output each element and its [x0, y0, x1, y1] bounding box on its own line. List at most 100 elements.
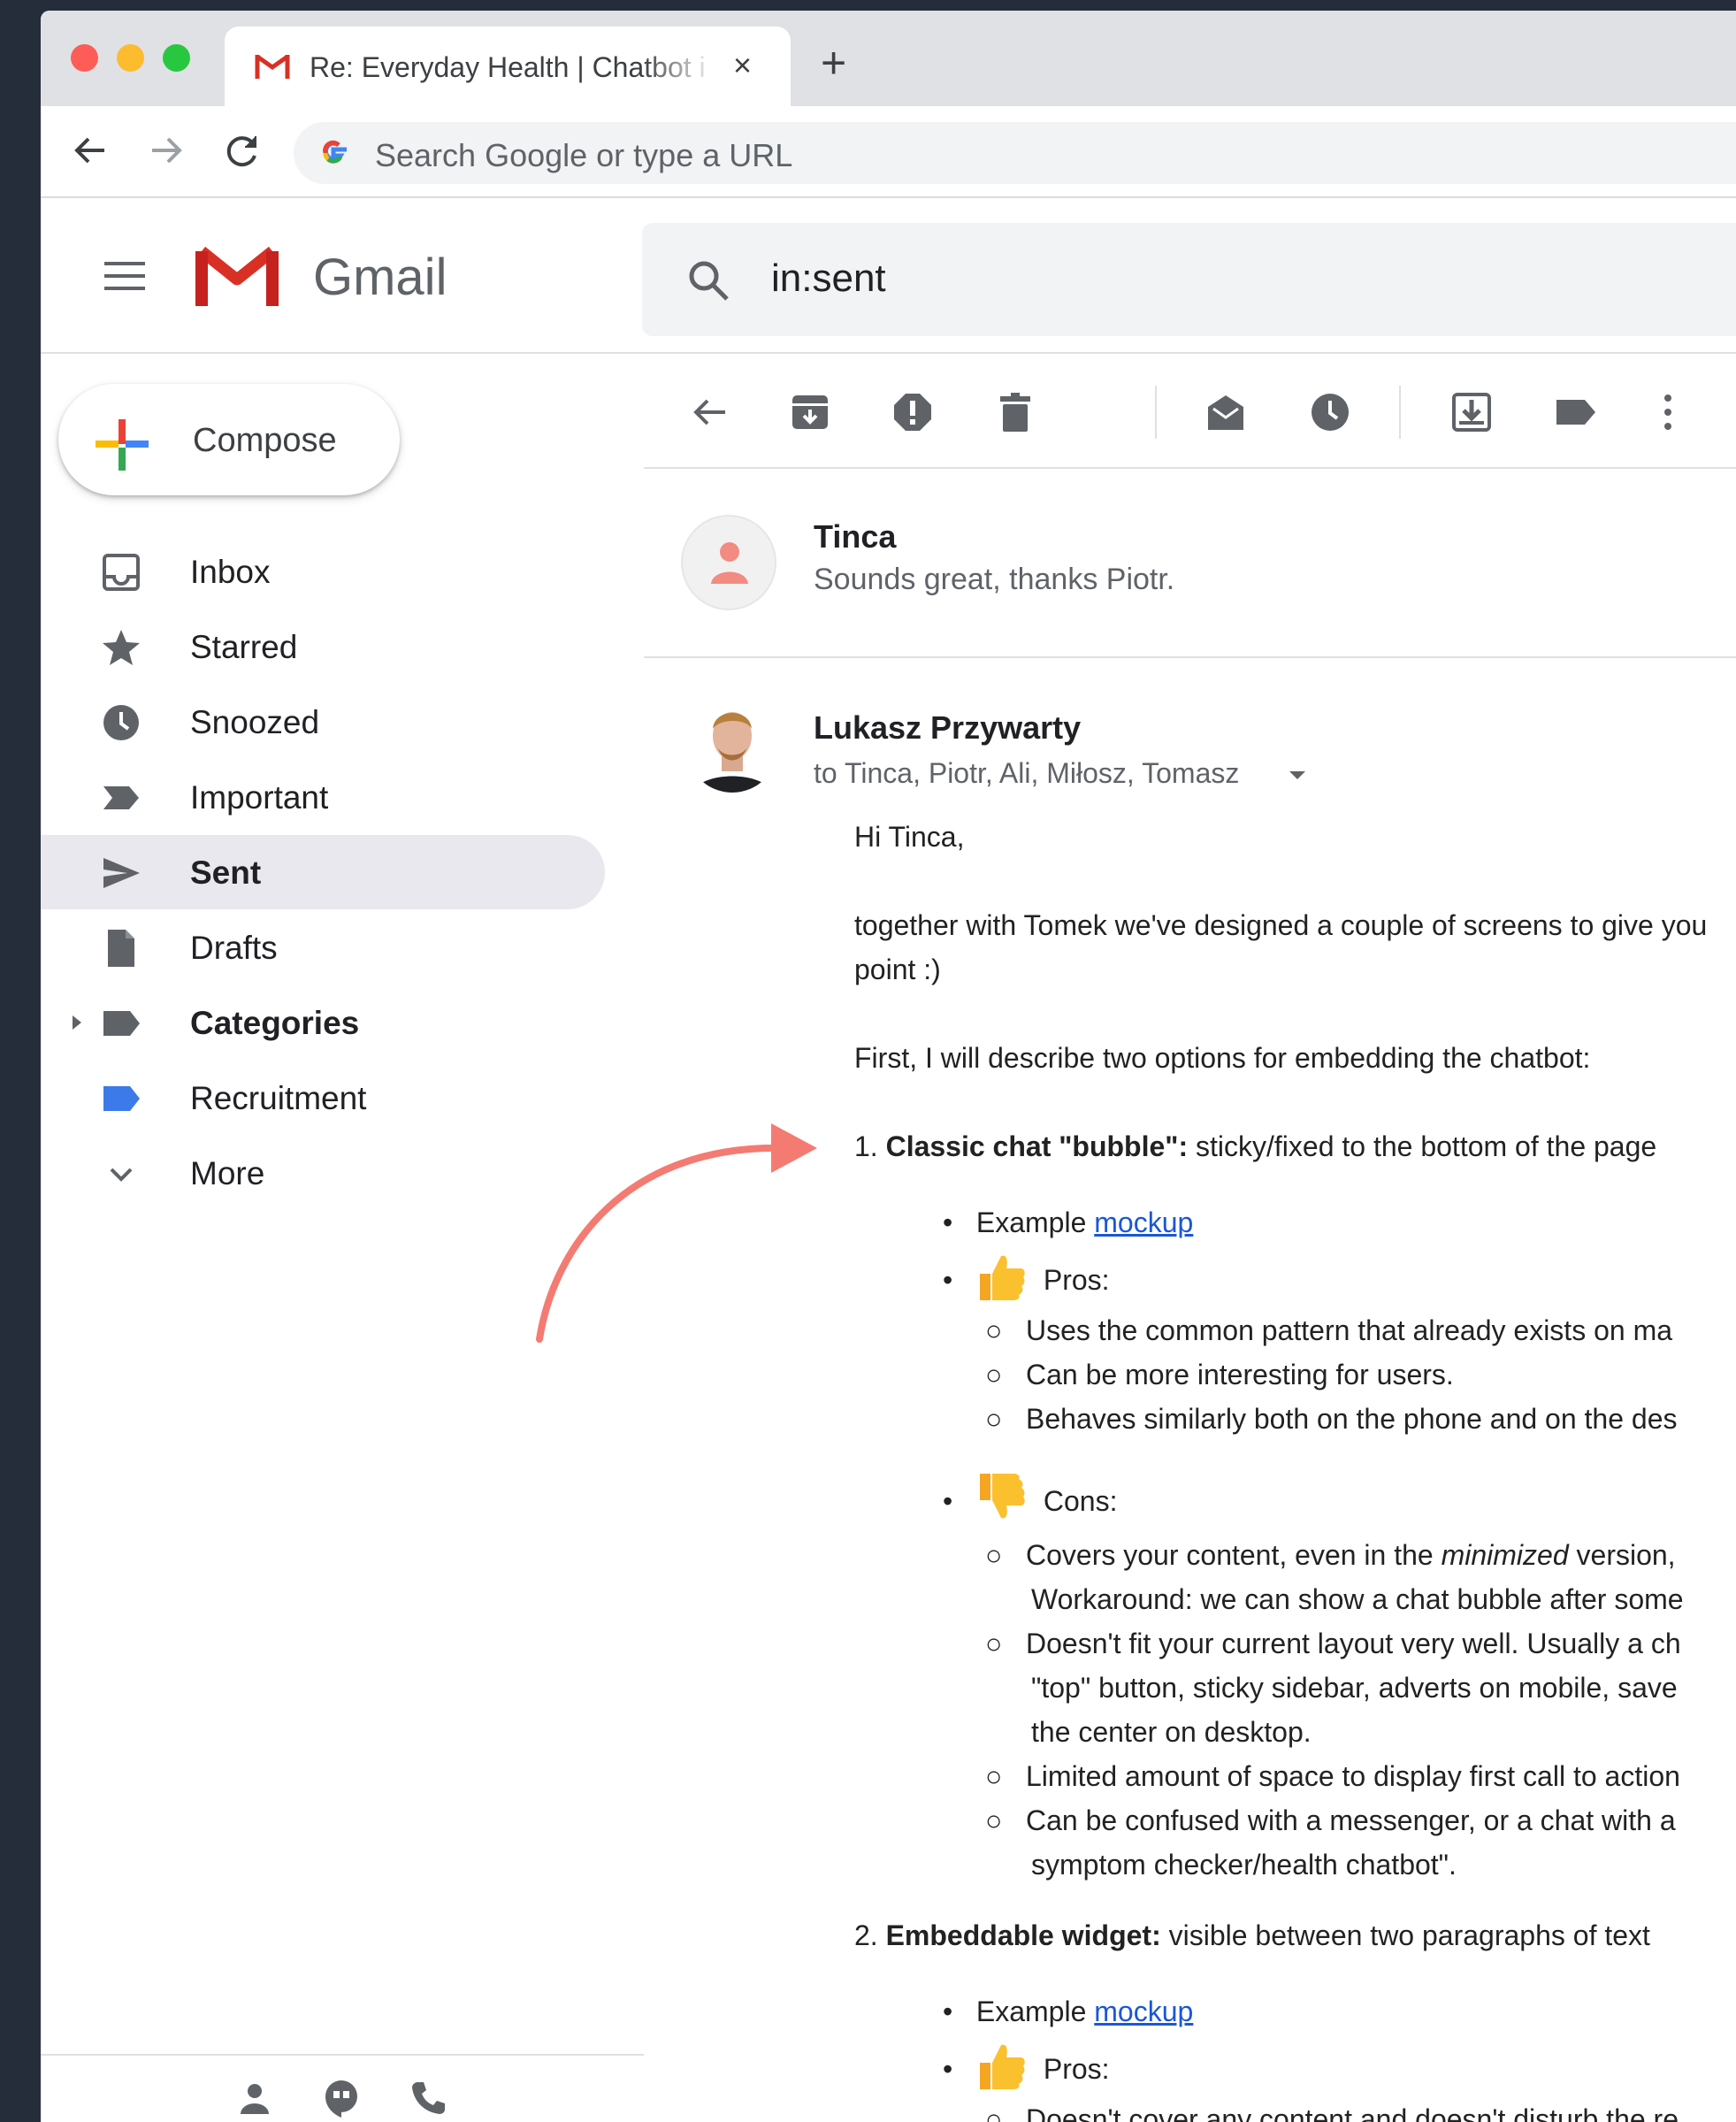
search-input[interactable]: in:sent — [771, 257, 886, 301]
sidebar-item-label: Important — [190, 779, 329, 816]
pro-item: Doesn't cover any content and doesn't di… — [1026, 2103, 1679, 2122]
mark-unread-icon[interactable] — [1204, 391, 1247, 433]
address-bar[interactable]: Search Google or type a URL — [294, 122, 1736, 184]
tab-close-icon[interactable]: × — [733, 48, 752, 83]
sidebar-item-label: Starred — [190, 629, 298, 665]
main-menu-icon[interactable] — [103, 258, 147, 294]
browser-toolbar: Search Google or type a URL — [41, 106, 1736, 198]
thumbs-up-icon — [979, 2044, 1025, 2089]
list-item: ○ Can be confused with a messenger, or a… — [985, 1804, 1676, 1836]
pros-label: Pros: — [1043, 1264, 1110, 1296]
mockup-link[interactable]: mockup — [1094, 1996, 1193, 2027]
pros-label: Pros: — [1043, 2053, 1110, 2085]
sender-name: Tinca — [814, 518, 897, 555]
labels-icon[interactable] — [1555, 391, 1597, 433]
chevron-down-icon — [110, 1168, 133, 1182]
back-arrow-icon[interactable] — [69, 129, 111, 172]
compose-plus-icon — [96, 419, 149, 471]
sidebar-item-drafts[interactable]: Drafts — [41, 910, 605, 984]
sidebar-item-sent[interactable]: Sent — [41, 835, 605, 909]
compose-button[interactable]: Compose — [58, 384, 400, 495]
sidebar-item-starred[interactable]: Starred — [41, 609, 605, 684]
snooze-icon[interactable] — [1309, 391, 1351, 433]
list-item: ○ Uses the common pattern that already e… — [985, 1314, 1673, 1346]
window-minimize-button[interactable] — [117, 44, 144, 72]
thread-action-bar — [644, 354, 1736, 469]
con-text: Can be confused with a messenger, or a c… — [1026, 1804, 1676, 1836]
gmail-wordmark: Gmail — [313, 249, 447, 306]
sidebar-divider — [41, 2054, 644, 2056]
archive-icon[interactable] — [789, 391, 831, 433]
avatar — [681, 515, 776, 610]
list-item-continuation: "top" button, sticky sidebar, adverts on… — [1031, 1672, 1678, 1704]
report-spam-icon[interactable] — [891, 391, 934, 433]
mockup-link[interactable]: mockup — [1094, 1207, 1193, 1238]
list-item-continuation: symptom checker/health chatbot". — [1031, 1849, 1457, 1881]
gmail-header: Gmail in:sent — [41, 198, 1736, 354]
recipients-line[interactable]: to Tinca, Piotr, Ali, Miłosz, Tomasz — [814, 757, 1239, 790]
sidebar-item-categories[interactable]: Categories — [41, 985, 605, 1060]
option-description: sticky/fixed to the bottom of the page — [1188, 1130, 1657, 1162]
list-item: • Cons: — [943, 1472, 1117, 1523]
show-details-icon[interactable] — [1289, 771, 1305, 779]
label-icon — [103, 1086, 140, 1111]
body-paragraph: together with Tomek we've designed a cou… — [854, 909, 1708, 941]
contacts-icon[interactable] — [235, 2079, 274, 2118]
list-item: • Example mockup — [943, 1996, 1194, 2027]
inbox-icon — [103, 554, 140, 591]
example-label: Example — [975, 1996, 1095, 2027]
con-text: version, — [1568, 1539, 1676, 1571]
new-tab-button[interactable]: + — [821, 41, 846, 85]
list-item: • Example mockup — [943, 1207, 1194, 1238]
star-icon — [103, 630, 140, 665]
gmail-favicon-icon — [255, 54, 290, 79]
hangouts-icon[interactable] — [322, 2079, 361, 2118]
address-placeholder: Search Google or type a URL — [375, 137, 793, 173]
pro-item: Behaves similarly both on the phone and … — [1026, 1403, 1678, 1435]
list-item: ○ Doesn't cover any content and doesn't … — [985, 2103, 1679, 2122]
move-to-icon[interactable] — [1450, 391, 1493, 433]
collapsed-message[interactable]: Tinca Sounds great, thanks Piotr. — [644, 471, 1736, 658]
option-title: Embeddable widget: — [885, 1919, 1161, 1951]
search-bar[interactable]: in:sent — [642, 223, 1736, 336]
google-g-icon — [323, 140, 347, 164]
list-item: ○ Covers your content, even in the minim… — [985, 1539, 1676, 1571]
avatar — [686, 701, 778, 793]
clock-icon — [103, 705, 139, 740]
browser-tab[interactable]: Re: Everyday Health | Chatbot i × — [225, 27, 791, 106]
back-to-list-icon[interactable] — [688, 391, 730, 433]
sidebar-item-snoozed[interactable]: Snoozed — [41, 685, 605, 759]
example-label: Example — [975, 1207, 1095, 1238]
forward-arrow-icon[interactable] — [145, 129, 187, 172]
list-item: ○ Behaves similarly both on the phone an… — [985, 1403, 1678, 1435]
option-title: Classic chat "bubble": — [885, 1130, 1189, 1162]
con-text: Covers your content, even in the — [1026, 1539, 1442, 1571]
search-icon[interactable] — [684, 257, 732, 304]
delete-icon[interactable] — [994, 391, 1036, 433]
con-text: Limited amount of space to display first… — [1026, 1760, 1680, 1792]
tab-strip: Re: Everyday Health | Chatbot i × + — [41, 11, 1736, 106]
reload-icon[interactable] — [221, 129, 264, 172]
label-icon — [103, 1011, 140, 1036]
sidebar-item-label: Recruitment — [190, 1080, 367, 1116]
sidebar-item-label: More — [190, 1155, 265, 1191]
window-close-button[interactable] — [71, 44, 98, 72]
cons-label: Cons: — [1043, 1485, 1118, 1517]
sidebar-item-inbox[interactable]: Inbox — [41, 534, 605, 609]
tab-title: Re: Everyday Health | Chatbot i — [310, 51, 706, 83]
sidebar-item-important[interactable]: Important — [41, 760, 605, 834]
list-item: ○ Can be more interesting for users. — [985, 1359, 1454, 1390]
person-icon — [711, 542, 748, 584]
window-maximize-button[interactable] — [163, 44, 190, 72]
toolbar-divider — [1155, 386, 1157, 439]
option-number: 1. — [854, 1130, 886, 1162]
phone-icon[interactable] — [409, 2079, 447, 2118]
sidebar-item-label: Sent — [190, 854, 262, 891]
important-icon — [103, 786, 139, 809]
body-paragraph: point :) — [854, 954, 941, 985]
list-item: ○ Doesn't fit your current layout very w… — [985, 1628, 1681, 1659]
expand-caret-icon[interactable] — [73, 1015, 81, 1030]
more-options-icon[interactable] — [1647, 391, 1689, 433]
list-item-continuation: Workaround: we can show a chat bubble af… — [1031, 1583, 1684, 1615]
body-paragraph: First, I will describe two options for e… — [854, 1042, 1591, 1074]
